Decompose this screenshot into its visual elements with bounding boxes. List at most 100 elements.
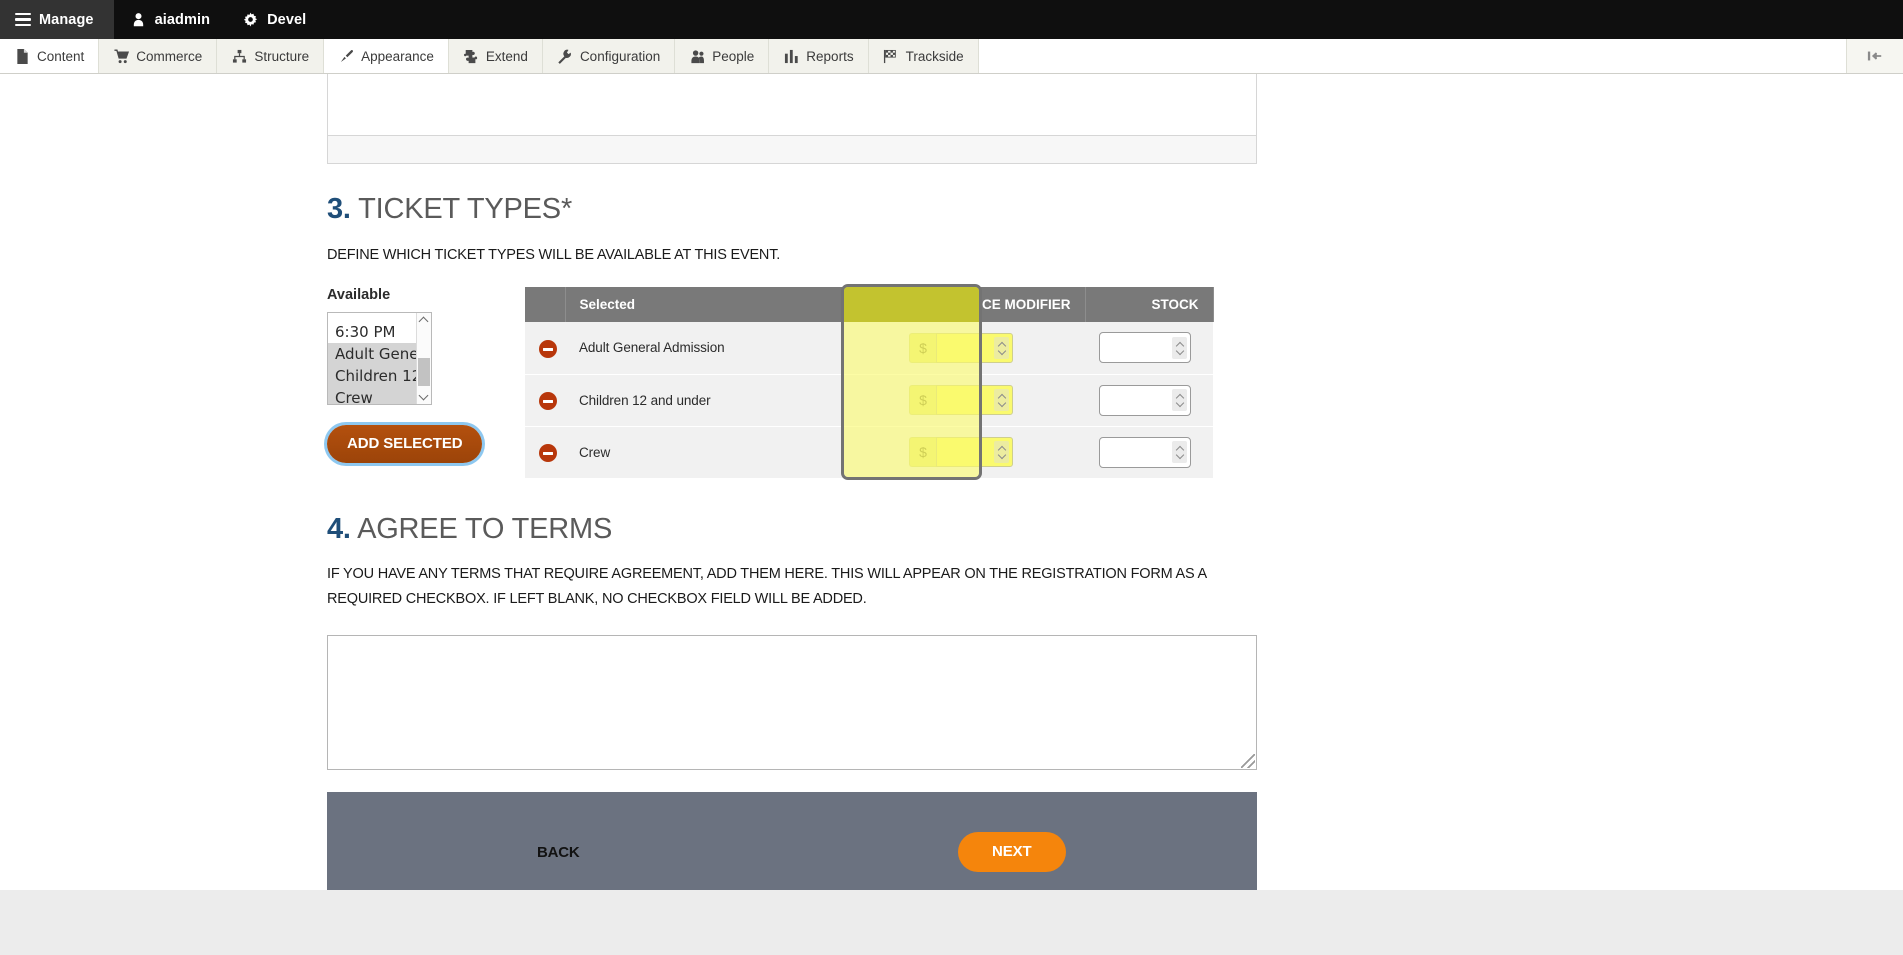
page-body: 3. TICKET TYPES* DEFINE WHICH TICKET TYP…: [0, 74, 1903, 955]
menu-tab-reports-label: Reports: [806, 48, 854, 64]
price-modifier-input[interactable]: [936, 437, 1013, 467]
available-label: Available: [327, 287, 391, 303]
admin-toolbar-account[interactable]: aiadmin: [114, 0, 227, 39]
admin-toolbar-manage-label: Manage: [39, 11, 94, 28]
wrench-icon: [557, 48, 573, 64]
scrollbar-thumb[interactable]: [418, 358, 430, 386]
next-button[interactable]: NEXT: [958, 832, 1066, 872]
menu-tab-appearance[interactable]: Appearance: [324, 39, 449, 73]
puzzle-icon: [463, 48, 479, 64]
structure-icon: [231, 48, 247, 64]
menu-tab-commerce[interactable]: Commerce: [99, 39, 218, 73]
previous-section-panel-footer: [327, 136, 1257, 164]
currency-prefix: $: [909, 385, 936, 415]
selected-tickets-panel: Selected PRICE MODIFIER STOCK Adult Gene…: [525, 284, 1257, 480]
column-header-price-modifier: PRICE MODIFIER: [895, 287, 1086, 322]
menu-tab-structure[interactable]: Structure: [217, 39, 325, 73]
available-option-3[interactable]: Crew: [328, 387, 416, 404]
page-bottom-strip: [0, 890, 1903, 955]
menu-tab-configuration[interactable]: Configuration: [542, 39, 676, 73]
available-option-0[interactable]: 6:30 PM: [328, 321, 416, 343]
remove-ticket-button[interactable]: [539, 392, 557, 411]
terms-textarea[interactable]: [327, 634, 1257, 770]
menu-tab-content[interactable]: Content: [0, 39, 100, 73]
currency-prefix: $: [909, 437, 936, 467]
row-ticket-name: Crew: [565, 426, 895, 479]
ticket-types-table-body: Adult General Admission $ Children 12 an…: [525, 322, 1213, 479]
minus-icon: [543, 451, 553, 455]
paintbrush-icon: [338, 48, 354, 64]
column-header-remove: [525, 287, 566, 322]
stock-spinner[interactable]: [1172, 336, 1187, 359]
price-modifier-group: $: [909, 437, 1013, 467]
remove-ticket-button[interactable]: [539, 340, 557, 358]
available-listbox-options: 6:30 PM Adult General Admission Children…: [328, 313, 431, 404]
available-listbox-scrollbar[interactable]: [416, 313, 431, 404]
checkered-flag-icon: [883, 48, 899, 64]
ticket-types-heading: 3. TICKET TYPES*: [327, 193, 1257, 226]
page-icon: [14, 48, 30, 64]
stock-spinner[interactable]: [1172, 441, 1187, 463]
ticket-types-title: TICKET TYPES*: [358, 193, 573, 225]
admin-toolbar-account-label: aiadmin: [154, 11, 211, 28]
available-option-cut[interactable]: [328, 313, 416, 321]
menu-tab-appearance-label: Appearance: [361, 48, 434, 64]
row-ticket-name: Children 12 and under: [565, 374, 895, 427]
available-option-1[interactable]: Adult General Admission: [328, 343, 431, 365]
ticket-types-table: Selected PRICE MODIFIER STOCK Adult Gene…: [525, 287, 1214, 479]
menu-tab-extend[interactable]: Extend: [448, 39, 543, 73]
row-remove-cell: [525, 426, 565, 479]
admin-toolbar-devel[interactable]: Devel: [226, 0, 322, 39]
stock-input[interactable]: [1099, 436, 1191, 468]
back-button[interactable]: BACK: [537, 844, 580, 861]
agree-terms-description-line2: REQUIRED CHECKBOX. IF LEFT BLANK, NO CHE…: [327, 590, 867, 607]
row-remove-cell: [525, 322, 565, 375]
admin-toolbar-manage[interactable]: Manage: [0, 0, 114, 39]
ticket-types-row: Available 6:30 PM Adult General Admissio…: [327, 284, 1257, 480]
collapse-toolbar-icon: [1867, 48, 1883, 64]
ticket-types-table-head: Selected PRICE MODIFIER STOCK: [525, 287, 1214, 322]
people-icon: [689, 48, 705, 64]
price-modifier-input[interactable]: [936, 385, 1013, 415]
price-spinner[interactable]: [994, 389, 1009, 411]
menu-tab-commerce-label: Commerce: [136, 48, 203, 64]
price-modifier-group: $: [909, 385, 1013, 415]
menu-tab-content-label: Content: [37, 48, 85, 64]
stock-input[interactable]: [1099, 384, 1191, 416]
price-modifier-group: $: [909, 332, 1013, 363]
menu-tab-reports[interactable]: Reports: [769, 39, 869, 73]
menu-tab-trackside[interactable]: Trackside: [868, 39, 979, 73]
admin-menu-bar: Content Commerce Structure Appearance Ex…: [0, 39, 1903, 74]
table-row: Adult General Admission $: [525, 322, 1213, 375]
available-option-2[interactable]: Children 12 and under: [328, 365, 431, 387]
stock-input[interactable]: [1099, 332, 1191, 364]
toolbar-orientation-toggle[interactable]: [1847, 39, 1903, 73]
menu-tab-structure-label: Structure: [254, 48, 310, 64]
row-ticket-name: Adult General Admission: [565, 322, 895, 375]
column-header-selected: Selected: [565, 287, 896, 322]
row-stock-cell: [1085, 374, 1213, 427]
menu-tab-extend-label: Extend: [485, 48, 528, 64]
add-selected-button[interactable]: ADD SELECTED: [327, 425, 483, 463]
remove-ticket-button[interactable]: [539, 444, 557, 463]
available-listbox[interactable]: 6:30 PM Adult General Admission Children…: [327, 312, 432, 405]
price-modifier-input[interactable]: [936, 332, 1013, 363]
agree-terms-heading: 4. AGREE TO TERMS: [327, 513, 1257, 546]
admin-toolbar: Manage aiadmin Devel: [0, 0, 1903, 39]
scroll-up-arrow-icon[interactable]: [417, 313, 431, 328]
price-spinner[interactable]: [994, 336, 1009, 359]
previous-section-panel: [327, 74, 1257, 136]
menu-tab-people[interactable]: People: [675, 39, 770, 73]
textarea-resize-handle[interactable]: [1241, 753, 1255, 768]
agree-terms-title: AGREE TO TERMS: [357, 512, 613, 545]
content-column: 3. TICKET TYPES* DEFINE WHICH TICKET TYP…: [327, 74, 1257, 913]
table-header-row: Selected PRICE MODIFIER STOCK: [525, 287, 1214, 322]
stock-spinner[interactable]: [1172, 389, 1187, 411]
scroll-down-arrow-icon[interactable]: [417, 389, 431, 404]
table-row: Crew $: [525, 426, 1213, 479]
row-stock-cell: [1085, 426, 1213, 479]
admin-toolbar-devel-label: Devel: [267, 11, 307, 28]
row-price-modifier-cell: $: [895, 426, 1085, 479]
price-spinner[interactable]: [994, 441, 1009, 463]
user-icon: [130, 11, 147, 28]
